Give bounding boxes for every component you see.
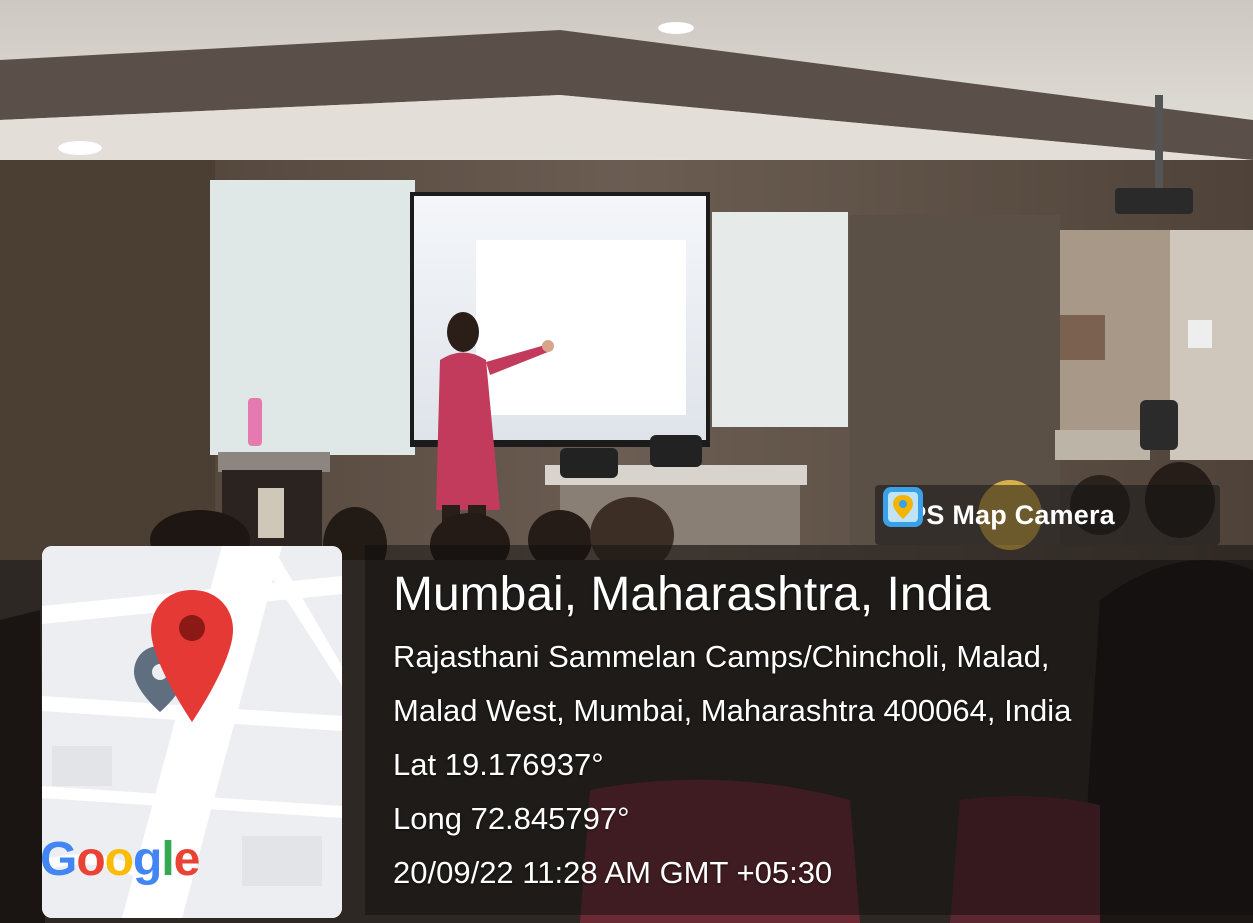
timestamp: 20/09/22 11:28 AM GMT +05:30	[393, 855, 833, 890]
city-title: Mumbai, Maharashtra, India	[393, 568, 991, 621]
classroom-photo: GPS Map Camera Google Mumbai, Maharashtr…	[0, 0, 1253, 923]
google-logo: Google	[40, 833, 200, 886]
latitude: Lat 19.176937°	[393, 747, 604, 782]
gps-map-camera-badge: GPS Map Camera	[875, 485, 1220, 545]
gps-map-camera-app-icon	[883, 487, 923, 527]
longitude: Long 72.845797°	[393, 801, 630, 836]
address-line-1: Rajasthani Sammelan Camps/Chincholi, Mal…	[393, 639, 1050, 674]
location-info: Mumbai, Maharashtra, India Rajasthani Sa…	[393, 560, 1071, 900]
location-pin-icon	[151, 590, 233, 722]
address-line-2: Malad West, Mumbai, Maharashtra 400064, …	[393, 693, 1072, 728]
